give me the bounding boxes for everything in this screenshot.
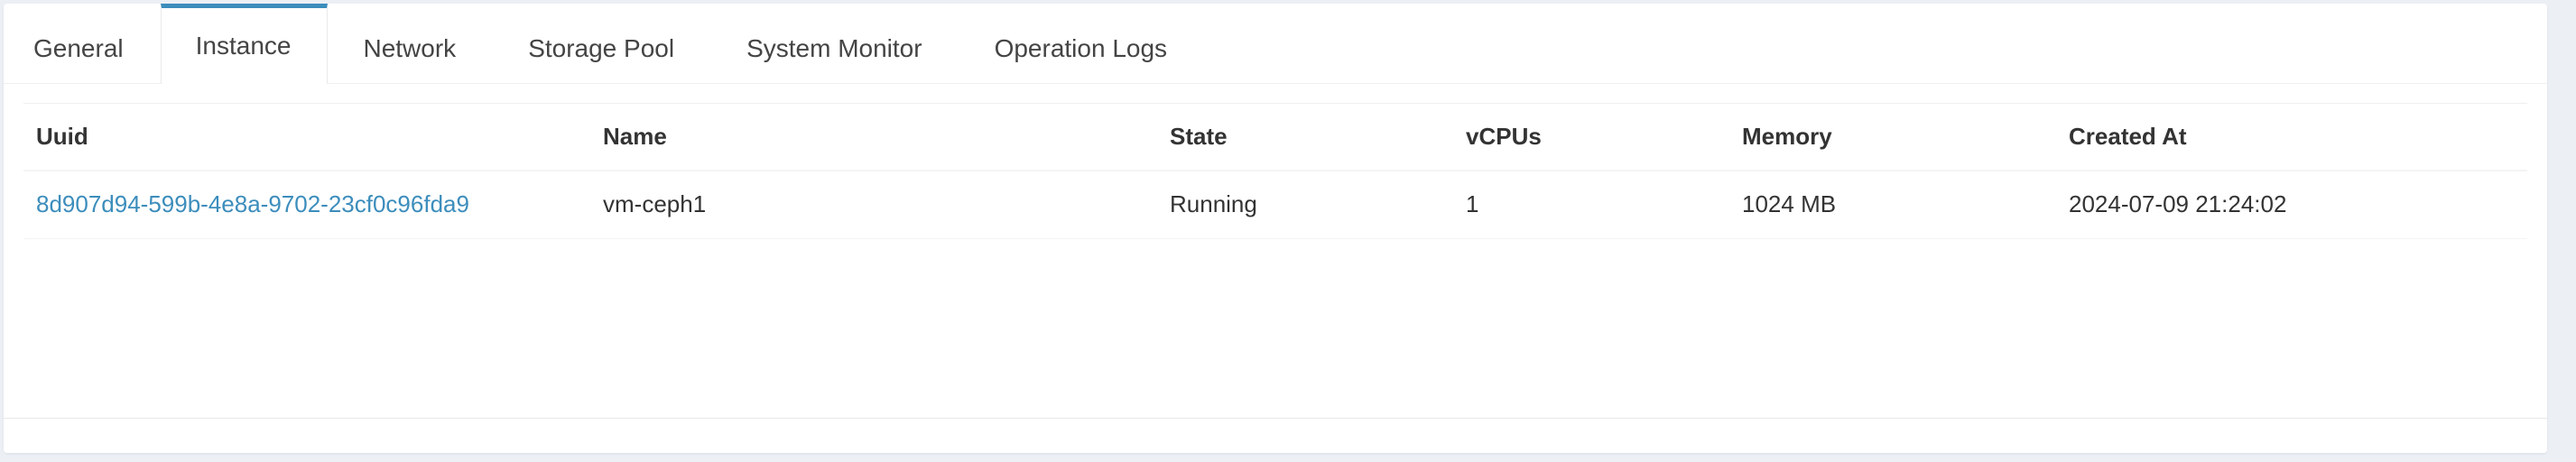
- column-header-memory: Memory: [1742, 122, 1832, 150]
- column-header-state: State: [1170, 122, 1228, 150]
- panel-footer: [4, 418, 2547, 453]
- tab-operation-logs[interactable]: Operation Logs: [959, 8, 1204, 84]
- cell-vcpus: 1: [1466, 190, 1479, 218]
- column-header-created-at: Created At: [2069, 122, 2187, 150]
- instance-uuid-link[interactable]: 8d907d94-599b-4e8a-9702-23cf0c96fda9: [36, 190, 469, 217]
- tab-content: Uuid Name State vCPUs Memory Created At …: [23, 103, 2527, 239]
- tab-instance[interactable]: Instance: [160, 4, 329, 84]
- cell-name: vm-ceph1: [603, 190, 707, 218]
- table-header-row: Uuid Name State vCPUs Memory Created At: [23, 103, 2527, 171]
- cell-uuid: 8d907d94-599b-4e8a-9702-23cf0c96fda9: [23, 171, 590, 239]
- tab-network[interactable]: Network: [328, 8, 493, 84]
- table-row: 8d907d94-599b-4e8a-9702-23cf0c96fda9 vm-…: [23, 171, 2527, 239]
- cell-created-at: 2024-07-09 21:24:02: [2069, 190, 2287, 218]
- tab-bar: General Instance Network Storage Pool Sy…: [4, 4, 2547, 84]
- cell-memory: 1024 MB: [1742, 190, 1837, 218]
- instance-table: Uuid Name State vCPUs Memory Created At …: [23, 103, 2527, 239]
- instance-panel: General Instance Network Storage Pool Sy…: [4, 4, 2547, 453]
- column-header-vcpus: vCPUs: [1466, 122, 1542, 150]
- tab-general[interactable]: General: [4, 8, 161, 84]
- column-header-name: Name: [603, 122, 667, 150]
- column-header-uuid: Uuid: [36, 122, 88, 150]
- tab-system-monitor[interactable]: System Monitor: [711, 8, 959, 84]
- cell-state: Running: [1170, 190, 1257, 218]
- tab-storage-pool[interactable]: Storage Pool: [493, 8, 711, 84]
